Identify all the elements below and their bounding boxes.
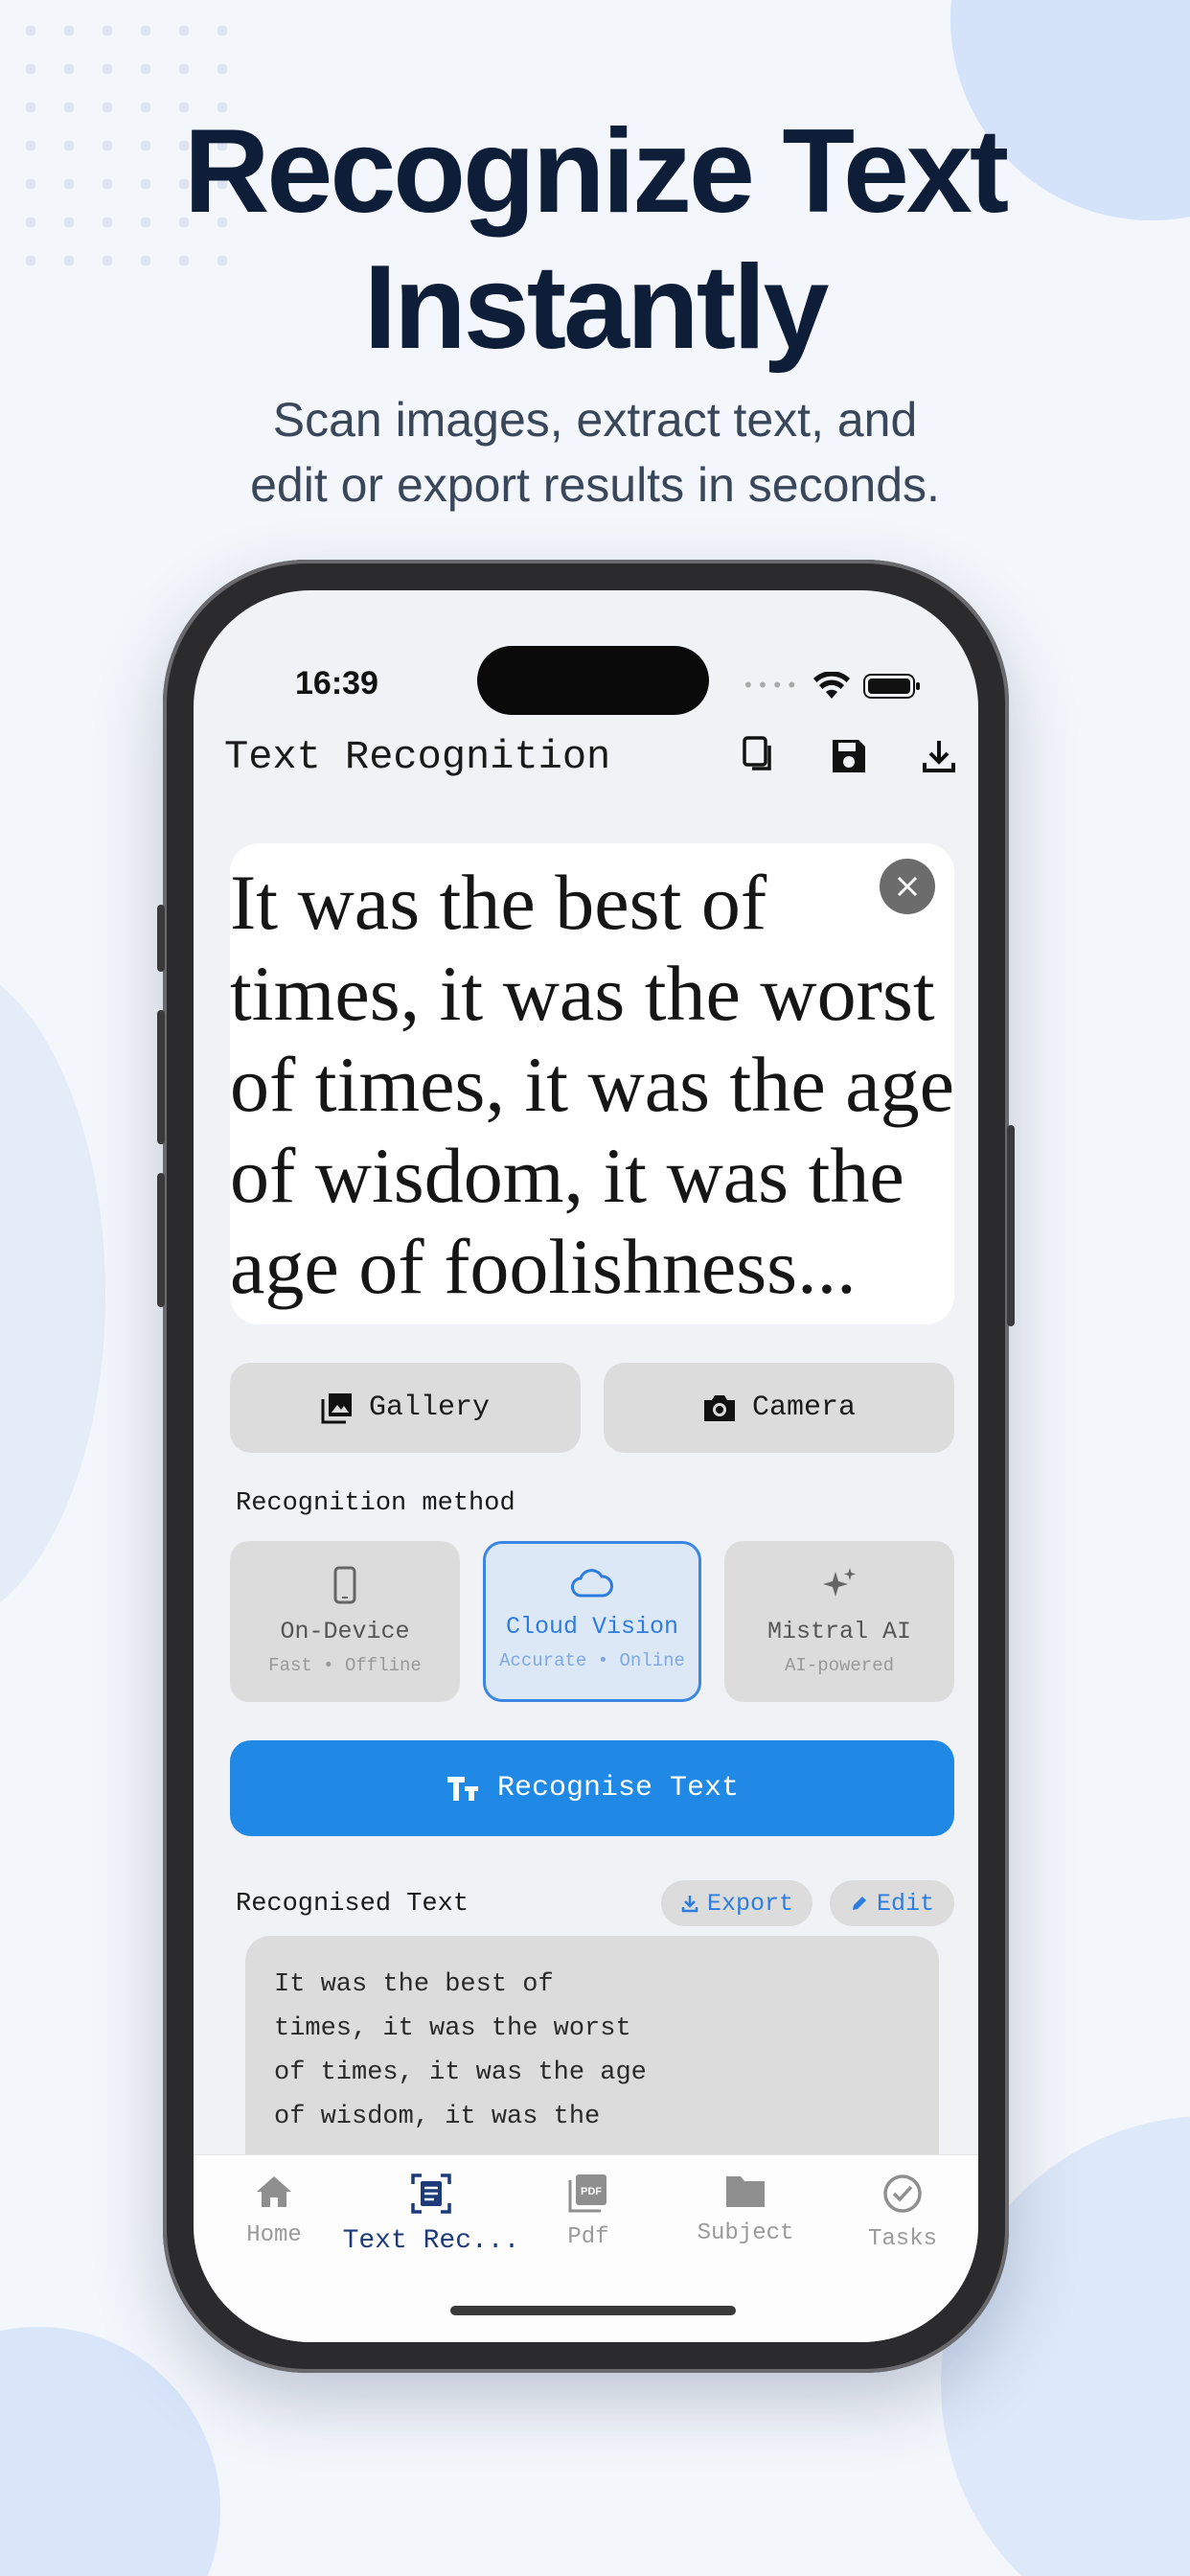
gallery-button[interactable]: Gallery	[230, 1363, 581, 1453]
volume-down-button	[157, 1173, 165, 1307]
volume-up-button	[157, 1010, 165, 1144]
camera-icon	[703, 1395, 735, 1421]
tab-label: Text Rec...	[342, 2226, 520, 2256]
export-label: Export	[706, 1889, 793, 1918]
tab-pdf[interactable]: PDF Pdf	[510, 2173, 667, 2250]
tab-tasks[interactable]: Tasks	[824, 2173, 978, 2252]
app-bar-title: Text Recognition	[224, 734, 611, 780]
battery-icon	[863, 674, 920, 699]
pencil-icon	[852, 1897, 866, 1910]
gallery-icon	[321, 1393, 352, 1424]
recognise-text-label: Recognise Text	[496, 1772, 740, 1805]
export-button[interactable]: Export	[661, 1880, 812, 1926]
camera-button[interactable]: Camera	[604, 1363, 954, 1453]
download-icon[interactable]	[917, 734, 961, 778]
copy-icon[interactable]	[737, 734, 781, 778]
svg-text:PDF: PDF	[581, 2186, 602, 2197]
hero-headline: Recognize Text Instantly	[0, 104, 1190, 376]
bottom-tab-bar: Home Text Rec... PDF Pdf Subject Tasks	[194, 2154, 978, 2342]
phone-icon	[333, 1566, 356, 1604]
tab-label: Home	[246, 2222, 302, 2248]
sparkle-icon	[823, 1568, 856, 1597]
remove-image-button[interactable]	[880, 859, 935, 914]
mute-switch	[157, 905, 165, 972]
recognition-method-label: Recognition method	[236, 1489, 515, 1518]
preview-line: times, it was the worst	[230, 950, 935, 1037]
text-format-icon	[446, 1777, 478, 1801]
home-icon	[257, 2176, 291, 2207]
tab-text-recognition[interactable]: Text Rec...	[343, 2173, 519, 2256]
recognise-text-button[interactable]: Recognise Text	[230, 1740, 954, 1836]
method-title: Cloud Vision	[505, 1613, 679, 1641]
dynamic-island	[477, 646, 709, 715]
preview-text: It was the best of times, it was the wor…	[230, 857, 954, 1312]
preview-line: of wisdom, it was the	[230, 1132, 904, 1219]
close-icon	[897, 876, 918, 897]
headline-line: Instantly	[363, 242, 830, 374]
wifi-icon	[813, 672, 850, 699]
app-bar-actions	[737, 734, 961, 778]
preview-line: of times, it was the age	[230, 1041, 954, 1128]
method-subtitle: AI-powered	[784, 1655, 895, 1676]
subheadline-line: Scan images, extract text, and	[272, 393, 918, 447]
preview-line: age of foolishness...	[230, 1223, 857, 1310]
save-icon[interactable]	[827, 734, 871, 778]
subheadline-line: edit or export results in seconds.	[250, 458, 940, 512]
bg-blob	[0, 958, 105, 1629]
check-circle-icon	[883, 2174, 922, 2213]
tab-label: Tasks	[867, 2226, 937, 2252]
result-line: of times, it was the age	[274, 2058, 647, 2087]
method-subtitle: Fast • Offline	[268, 1655, 422, 1676]
method-title: On-Device	[280, 1618, 410, 1645]
phone-screen: 16:39 •••• Text Recognition It was the b…	[194, 590, 978, 2342]
bg-blob	[0, 2327, 220, 2576]
image-preview: It was the best of times, it was the wor…	[230, 843, 954, 1324]
headline-line: Recognize Text	[183, 105, 1009, 238]
method-on-device[interactable]: On-Device Fast • Offline	[230, 1541, 460, 1702]
result-line: It was the best of	[274, 1970, 554, 1999]
home-indicator	[450, 2306, 736, 2315]
recognised-text-box[interactable]: It was the best of times, it was the wor…	[245, 1936, 939, 2185]
folder-icon	[726, 2176, 765, 2207]
power-button	[1007, 1125, 1015, 1326]
method-cloud-vision[interactable]: Cloud Vision Accurate • Online	[483, 1541, 701, 1702]
status-time: 16:39	[295, 665, 378, 702]
tab-label: Subject	[697, 2220, 794, 2246]
method-subtitle: Accurate • Online	[499, 1650, 685, 1671]
cloud-icon	[571, 1569, 613, 1598]
document-scan-icon	[411, 2174, 451, 2214]
method-title: Mistral AI	[767, 1618, 912, 1645]
status-indicators: ••••	[742, 667, 921, 705]
result-line: of wisdom, it was the	[274, 2103, 601, 2131]
phone-frame: 16:39 •••• Text Recognition It was the b…	[157, 560, 1015, 2373]
recognised-text-label: Recognised Text	[236, 1890, 469, 1919]
pdf-icon: PDF	[568, 2174, 606, 2213]
download-icon	[681, 1896, 698, 1913]
edit-label: Edit	[876, 1889, 934, 1918]
tab-label: Pdf	[567, 2224, 609, 2250]
preview-line: It was the best of	[230, 859, 767, 946]
camera-label: Camera	[751, 1392, 857, 1424]
tab-subject[interactable]: Subject	[667, 2173, 824, 2246]
result-line: times, it was the worst	[274, 2014, 631, 2043]
signal-icon: ••••	[742, 674, 800, 699]
tab-home[interactable]: Home	[195, 2173, 353, 2248]
hero-subheadline: Scan images, extract text, and edit or e…	[0, 387, 1190, 518]
method-mistral-ai[interactable]: Mistral AI AI-powered	[724, 1541, 954, 1702]
gallery-label: Gallery	[368, 1392, 491, 1424]
edit-button[interactable]: Edit	[830, 1880, 954, 1926]
